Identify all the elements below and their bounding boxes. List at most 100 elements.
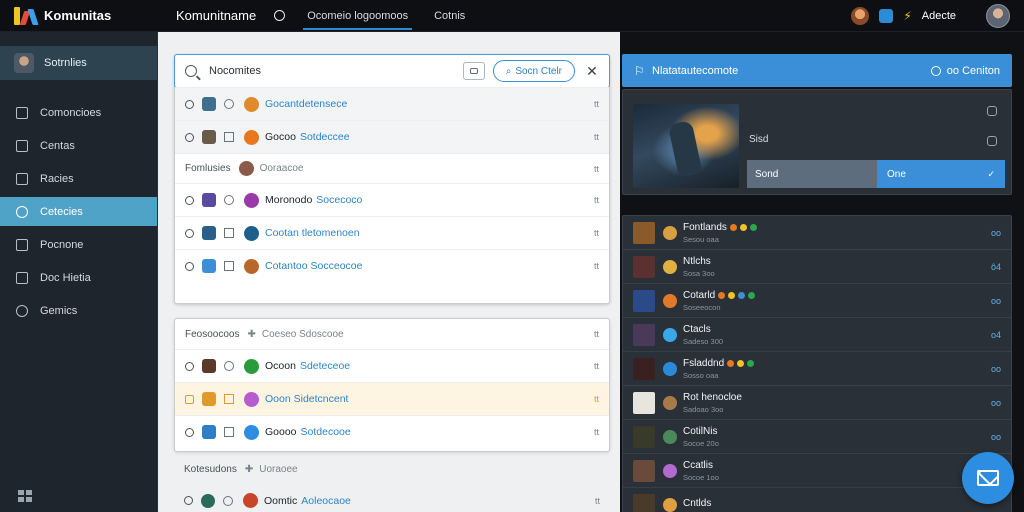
feed-row[interactable]: Rot henocloe Sadoao 3oo oo <box>623 386 1011 420</box>
banner-action[interactable]: oo Ceniton <box>930 65 1000 77</box>
select-right-option[interactable]: One ✓ <box>877 160 1005 188</box>
more-icon[interactable]: tt <box>594 164 599 174</box>
item-link[interactable]: Aoleocaoe <box>301 495 351 507</box>
notification-avatar-icon[interactable] <box>851 7 870 25</box>
feed-count[interactable]: oo <box>991 398 1001 408</box>
grid-menu-icon[interactable] <box>18 490 32 502</box>
close-icon[interactable]: ✕ <box>585 63 599 80</box>
feed-thumbnail[interactable] <box>633 459 655 482</box>
compose-message-button[interactable] <box>962 452 1014 504</box>
more-icon[interactable]: tt <box>594 228 599 238</box>
list-item[interactable]: Cotantoo Socceocoe tt <box>175 249 609 282</box>
sidebar-item-3[interactable]: Racies <box>0 164 157 193</box>
top-username[interactable]: Komunitname <box>176 8 256 23</box>
feed-name[interactable]: Fsladdnd <box>683 358 755 369</box>
item-link[interactable]: Socecoco <box>316 194 362 206</box>
status-ring-icon[interactable] <box>274 10 286 21</box>
list-item[interactable]: Moronodo Socecoco tt <box>175 183 609 216</box>
plus-icon[interactable]: ✚ <box>245 464 253 475</box>
feed-name[interactable]: Ccatlis <box>683 460 719 471</box>
feed-name[interactable]: Fontlands <box>683 222 757 233</box>
radio-icon[interactable] <box>185 261 194 271</box>
feed-row[interactable]: Ctacls Sadeso 300 o4 <box>623 318 1011 352</box>
radio-icon[interactable] <box>185 132 194 142</box>
more-icon[interactable]: tt <box>595 496 600 506</box>
filter-toggle-button[interactable] <box>462 62 485 80</box>
more-icon[interactable]: tt <box>594 195 599 205</box>
more-icon[interactable]: tt <box>594 132 599 142</box>
user-avatar[interactable] <box>986 4 1010 28</box>
sidebar-item-2[interactable]: Centas <box>0 131 157 160</box>
search-filter-button[interactable]: ⌕ Socn Ctelr <box>492 60 575 82</box>
list-item[interactable]: Oomtic Aoleocaoe tt <box>174 484 610 512</box>
item-link[interactable]: Sotdeccee <box>300 131 350 143</box>
item-link[interactable]: Cotantoo Socceocoe <box>265 260 362 272</box>
more-icon[interactable]: tt <box>594 427 599 437</box>
feed-count[interactable]: oo <box>991 364 1001 374</box>
feed-count[interactable]: oo <box>991 296 1001 306</box>
feed-count[interactable]: oo <box>991 228 1001 238</box>
list-item[interactable]: Ooon Sidetcncent tt <box>175 382 609 415</box>
media-select[interactable]: Sond One ✓ <box>747 160 1005 188</box>
brand[interactable]: Komunitas <box>0 0 160 32</box>
checkbox-icon[interactable] <box>224 394 234 404</box>
checkbox-icon[interactable] <box>224 228 234 238</box>
radio-icon[interactable] <box>185 99 194 109</box>
feed-thumbnail[interactable] <box>633 425 655 448</box>
feed-row[interactable]: Ntlchs Sosa 3oo ô4 <box>623 250 1011 284</box>
item-link[interactable]: Cootan tletomenoen <box>265 227 360 239</box>
tab-main[interactable]: Ocomeio logoomoos <box>303 0 413 32</box>
feed-name[interactable]: Ctacls <box>683 324 723 335</box>
feed-thumbnail[interactable] <box>633 493 655 512</box>
item-link[interactable]: Sdeteceoe <box>300 360 350 372</box>
select-icon[interactable] <box>224 361 234 371</box>
radio-icon[interactable] <box>185 195 194 205</box>
sidebar-item-7[interactable]: Gemics <box>0 296 157 325</box>
feed-thumbnail[interactable] <box>633 323 655 346</box>
search-input[interactable] <box>209 65 463 77</box>
checkbox-icon[interactable] <box>224 132 234 142</box>
select-icon[interactable] <box>223 495 233 506</box>
feed-name[interactable]: Cotarld <box>683 290 756 301</box>
feed-name[interactable]: Rot henocloe <box>683 392 742 403</box>
sidebar-item-5[interactable]: Pocnone <box>0 230 157 259</box>
feed-count[interactable]: o4 <box>991 330 1001 340</box>
sidebar-item-6[interactable]: Doc Hietia <box>0 263 157 292</box>
sidebar-profile[interactable]: Sotrnlies <box>0 46 157 80</box>
comment-icon[interactable] <box>987 136 997 146</box>
radio-icon[interactable] <box>185 361 194 371</box>
feed-thumbnail[interactable] <box>633 255 655 278</box>
feed-name[interactable]: Ntlchs <box>683 256 715 267</box>
more-icon[interactable]: tt <box>594 329 599 339</box>
feed-row[interactable]: Cotarld Soseeocon oo <box>623 284 1011 318</box>
feed-name[interactable]: CotilNis <box>683 426 719 437</box>
sidebar-item-1[interactable]: Comoncioes <box>0 98 157 127</box>
feed-count[interactable]: ô4 <box>991 262 1001 272</box>
plus-icon[interactable]: ✚ <box>247 329 255 340</box>
feed-thumbnail[interactable] <box>633 357 655 380</box>
feed-name[interactable]: Cntlds <box>683 498 711 509</box>
more-icon[interactable]: tt <box>594 394 599 404</box>
more-icon[interactable]: tt <box>594 261 599 271</box>
select-left-option[interactable]: Sond <box>747 160 877 188</box>
more-icon[interactable]: tt <box>594 361 599 371</box>
radio-icon[interactable] <box>185 228 194 238</box>
list-item[interactable]: Goooo Sotdecooe tt <box>175 415 609 448</box>
checkbox-icon[interactable] <box>224 261 234 271</box>
feed-count[interactable]: oo <box>991 432 1001 442</box>
feed-row[interactable]: Fsladdnd Sosso oaa oo <box>623 352 1011 386</box>
list-item[interactable]: Gocantdetensece tt <box>175 87 609 120</box>
feed-row[interactable]: Cntlds <box>623 488 1011 512</box>
item-link[interactable]: Gocantdetensece <box>265 98 347 110</box>
list-item[interactable]: Gocoo Sotdeccee tt <box>175 120 609 153</box>
select-icon[interactable] <box>224 195 234 205</box>
sidebar-item-4[interactable]: Cetecies <box>0 197 157 226</box>
tab-secondary[interactable]: Cotnis <box>430 0 469 32</box>
feed-row[interactable]: Ccatlis Socoe 1oo oo <box>623 454 1011 488</box>
checkbox-icon[interactable] <box>224 427 234 437</box>
list-item[interactable]: Ocoon Sdeteceoe tt <box>175 349 609 382</box>
feed-row[interactable]: CotilNis Socoe 20o oo <box>623 420 1011 454</box>
game-artwork[interactable] <box>633 104 739 188</box>
feed-thumbnail[interactable] <box>633 289 655 312</box>
item-link[interactable]: Ooon Sidetcncent <box>265 393 348 405</box>
